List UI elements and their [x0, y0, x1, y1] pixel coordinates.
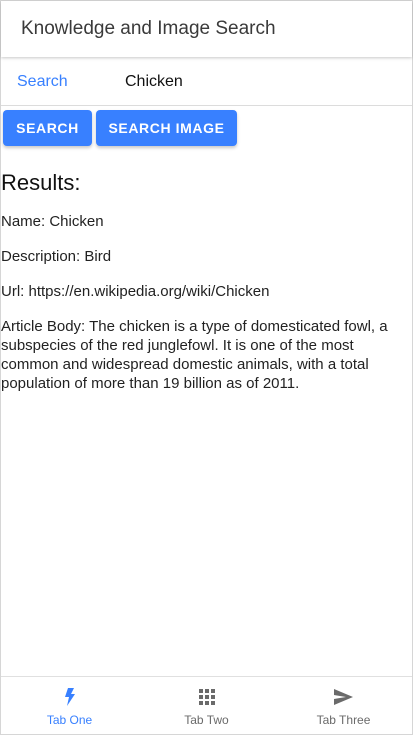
results-heading: Results:	[1, 170, 81, 195]
app-header: Knowledge and Image Search	[1, 1, 412, 57]
search-row: Search	[1, 58, 412, 106]
result-url: Url: https://en.wikipedia.org/wiki/Chick…	[1, 283, 270, 300]
tab-one-label: Tab One	[46, 713, 93, 727]
result-article-body: Article Body: The chicken is a type of d…	[1, 318, 388, 392]
tab-two[interactable]: Tab Two	[138, 677, 275, 734]
search-input[interactable]	[125, 66, 395, 98]
search-label: Search	[17, 73, 68, 90]
flash-icon	[59, 687, 81, 707]
tab-bar: Tab One Tab Two Tab Three	[1, 676, 412, 734]
send-icon	[333, 687, 355, 707]
results-section: Results: Name: Chicken Description: Bird…	[1, 170, 406, 409]
tab-three[interactable]: Tab Three	[275, 677, 412, 734]
tab-three-label: Tab Three	[316, 713, 371, 727]
tab-two-label: Tab Two	[184, 713, 229, 727]
result-name: Name: Chicken	[1, 213, 104, 230]
search-image-button[interactable]: SEARCH IMAGE	[96, 110, 237, 146]
tab-one[interactable]: Tab One	[1, 677, 138, 734]
page-title: Knowledge and Image Search	[21, 18, 276, 39]
apps-grid-icon	[196, 687, 218, 707]
result-description: Description: Bird	[1, 248, 112, 265]
search-button[interactable]: SEARCH	[3, 110, 92, 146]
